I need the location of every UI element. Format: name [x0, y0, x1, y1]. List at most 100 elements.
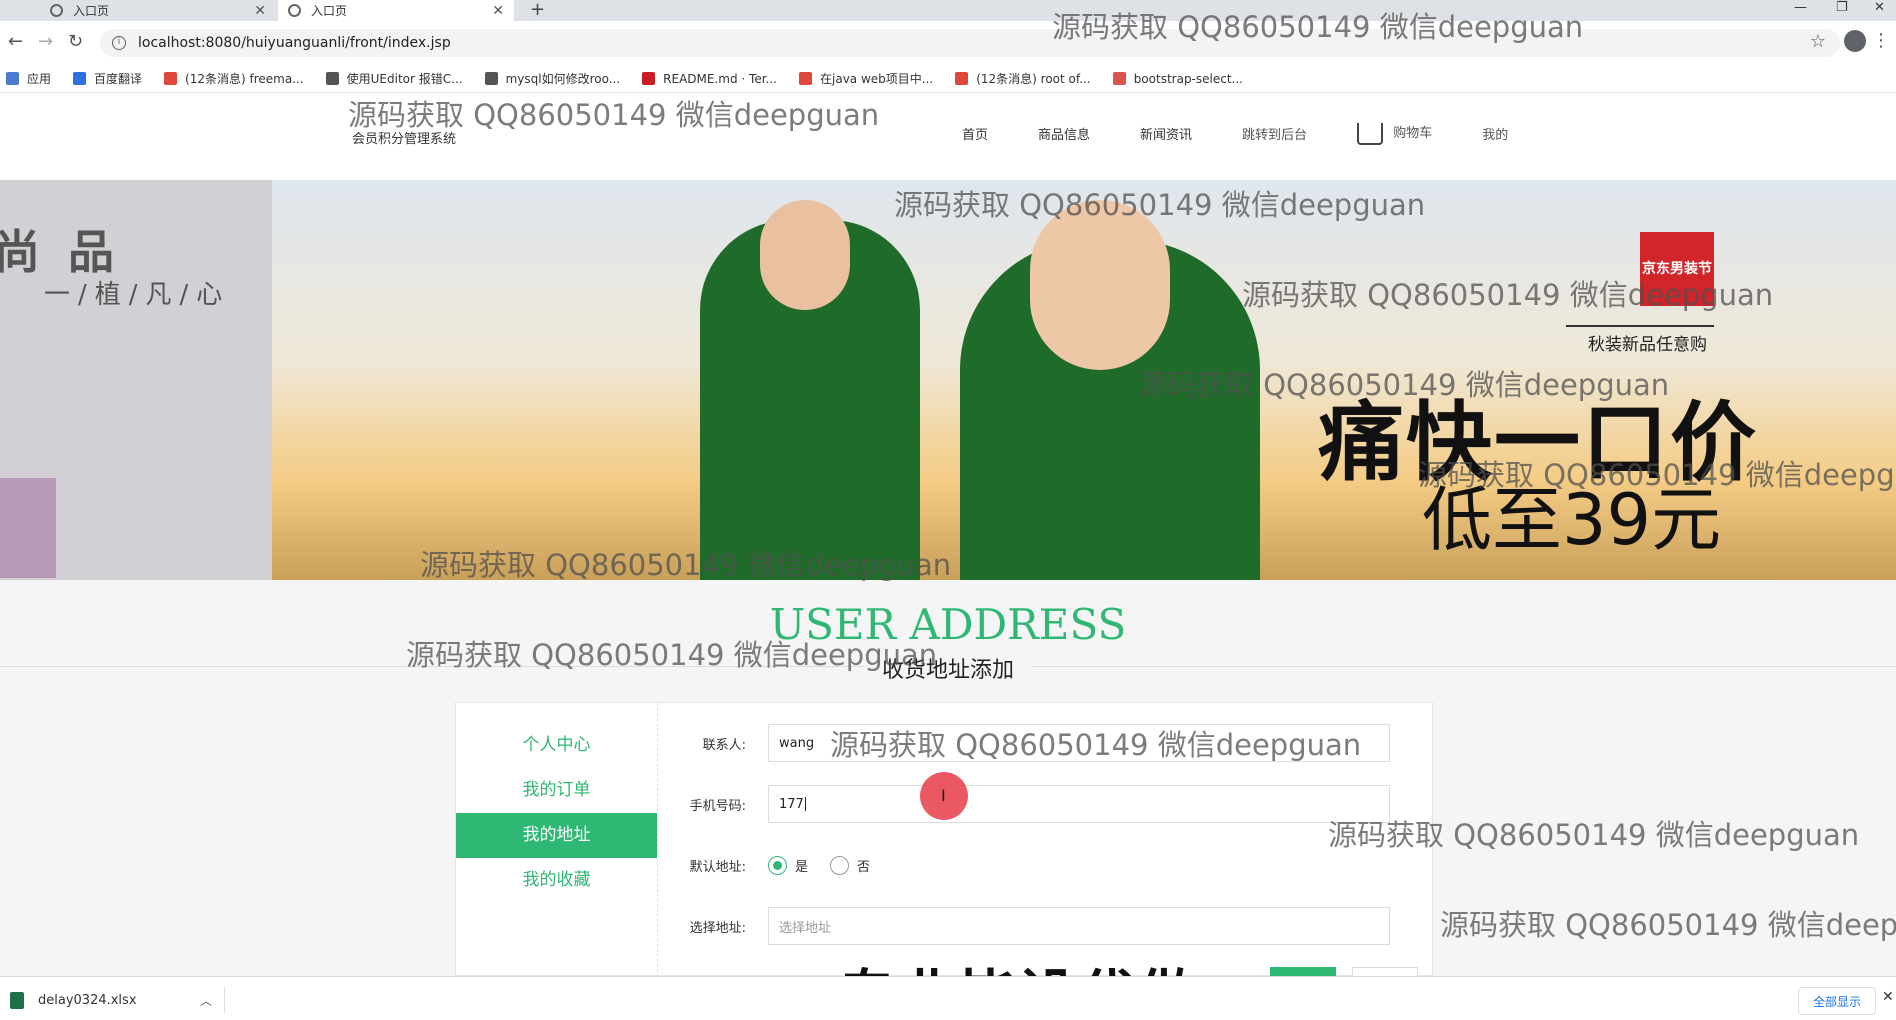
address-label: 选择地址: [689, 920, 746, 936]
watermark: 源码获取 QQ86050149 微信deepguan [348, 98, 880, 132]
site-icon [1112, 72, 1126, 85]
bookmark-label: 应用 [27, 72, 52, 86]
bookmark-item[interactable]: (12条消息) freema... [164, 70, 304, 87]
banner-left-block [0, 478, 56, 578]
watermark: 源码获取 QQ86050149 微信deepguan [1242, 278, 1774, 312]
apps-grid-icon [6, 72, 19, 85]
bookmark-star-icon[interactable]: ☆ [1810, 31, 1826, 52]
default-yes-radio[interactable]: 是 [768, 855, 809, 875]
section-title: USER ADDRESS [769, 600, 1127, 649]
phone-input[interactable]: 177 [768, 785, 1390, 823]
nav-home[interactable]: 首页 [962, 124, 988, 143]
info-icon[interactable]: i [112, 36, 126, 50]
site-header: 会员积分管理系统 首页 商品信息 新闻资讯 跳转到后台 购物车 我的 [0, 94, 1896, 180]
default-row: 默认地址: 是 否 [658, 845, 1434, 885]
side-item-profile[interactable]: 个人中心 [456, 723, 657, 768]
bookmark-item[interactable]: 应用 [6, 70, 51, 87]
globe-icon [50, 4, 63, 17]
side-item-favorites[interactable]: 我的收藏 [456, 858, 657, 903]
section-subtitle-wrap: 收货地址添加 [0, 652, 1896, 684]
nav-news[interactable]: 新闻资讯 [1140, 124, 1192, 143]
bookmark-label: README.md · Ter... [663, 71, 777, 86]
reload-icon[interactable]: ↻ [68, 31, 83, 52]
csdn-icon [164, 72, 178, 85]
watermark: 源码获取 QQ86050149 微信deepguan [894, 188, 1426, 222]
show-all-button[interactable]: 全部显示 [1798, 987, 1876, 1015]
browser-toolbar: ← → ↻ i localhost:8080/huiyuanguanli/fro… [0, 21, 1896, 65]
tab-title: 入口页 [311, 4, 348, 18]
text-cursor-icon: I [941, 786, 946, 805]
account-icon[interactable] [1844, 30, 1866, 52]
bookmarks-bar: 应用 百度翻译 (12条消息) freema... 使用UEditor 报错C... m… [0, 65, 1896, 93]
default-label: 默认地址: [689, 859, 746, 875]
watermark: 源码获取 QQ86050149 微信deepguan [1138, 368, 1670, 402]
close-icon[interactable]: ✕ [1882, 989, 1894, 1005]
watermark: 源码获取 QQ86050149 微信deepguan [420, 548, 952, 582]
excel-file-icon [10, 991, 24, 1009]
bookmark-label: mysql如何修改roo... [505, 72, 621, 86]
minimize-icon[interactable]: — [1794, 0, 1807, 15]
banner-left-title: 尚 品 [0, 225, 121, 279]
bookmark-item[interactable]: README.md · Ter... [642, 72, 777, 86]
side-item-address[interactable]: 我的地址 [456, 813, 657, 858]
user-side-menu: 个人中心 我的订单 我的地址 我的收藏 [456, 703, 658, 977]
watermark: 源码获取 QQ86050149 微信deepguan [1052, 10, 1584, 44]
nav-cart-label: 购物车 [1393, 126, 1433, 141]
bookmark-item[interactable]: bootstrap-select... [1112, 72, 1243, 86]
phone-label: 手机号码: [689, 798, 746, 814]
nav-admin[interactable]: 跳转到后台 [1242, 124, 1307, 143]
baidu-translate-icon [73, 72, 87, 85]
download-item[interactable]: delay0324.xlsx ︿ [10, 987, 225, 1013]
bookmark-item[interactable]: 在java web项目中... [799, 70, 933, 87]
bookmark-item[interactable]: 百度翻译 [73, 70, 142, 87]
model-face-right [1030, 200, 1170, 370]
restore-icon[interactable]: ❐ [1836, 0, 1848, 15]
browser-tab-bar: 入口页 ✕ 入口页 ✕ + — ❐ ✕ [0, 0, 1896, 21]
bookmark-item[interactable]: (12条消息) root of... [955, 70, 1091, 87]
back-icon[interactable]: ← [8, 31, 23, 52]
watermark: 源码获取 QQ86050149 微信deepguan [1328, 818, 1860, 852]
gitee-icon [642, 72, 656, 85]
window-close-icon[interactable]: ✕ [1874, 0, 1885, 15]
bookmark-item[interactable]: mysql如何修改roo... [484, 70, 621, 87]
radio-checked-icon [768, 855, 787, 875]
phone-value: 177 [779, 796, 804, 812]
nav-cart[interactable]: 购物车 [1357, 122, 1432, 145]
bookmark-label: (12条消息) freema... [185, 72, 304, 86]
globe-icon [288, 4, 301, 17]
chevron-up-icon[interactable]: ︿ [200, 992, 212, 1009]
close-icon[interactable]: ✕ [492, 3, 504, 19]
banner-left-slogan: 一/植/凡/心 [44, 280, 231, 310]
browser-tab-active[interactable]: 入口页 ✕ [278, 0, 514, 21]
bookmark-item[interactable]: 使用UEditor 报错C... [325, 70, 463, 87]
default-yes-label: 是 [795, 859, 809, 875]
watermark: 源码获取 QQ86050149 微信deepguan [830, 728, 1362, 762]
default-no-radio[interactable]: 否 [830, 855, 870, 875]
contact-label: 联系人: [702, 737, 746, 753]
nav-products[interactable]: 商品信息 [1038, 124, 1090, 143]
watermark: 源码获取 QQ86050149 微信deepguan [1440, 908, 1896, 942]
tab-title: 入口页 [73, 4, 110, 18]
side-item-orders[interactable]: 我的订单 [456, 768, 657, 813]
close-icon[interactable]: ✕ [254, 3, 266, 19]
bookmark-label: (12条消息) root of... [976, 72, 1091, 86]
cart-icon [1357, 122, 1384, 145]
watermark: 源码获取 QQ86050149 微信deepguan [1418, 458, 1896, 492]
nav-mine[interactable]: 我的 [1482, 124, 1508, 143]
browser-tab[interactable]: 入口页 ✕ [40, 0, 276, 21]
bookmark-label: 在java web项目中... [820, 72, 934, 86]
csdn-icon [799, 72, 812, 85]
kebab-menu-icon[interactable]: ⋮ [1872, 30, 1890, 51]
promo-divider [1566, 325, 1714, 327]
forward-icon[interactable]: → [38, 31, 53, 52]
address-row: 选择地址: 选择地址 [658, 906, 1434, 946]
phone-row: 手机号码: 177 [658, 784, 1434, 824]
bird-icon [484, 72, 498, 85]
banner-left-panel: 尚 品 一/植/凡/心 [0, 180, 272, 580]
text-caret [804, 797, 806, 811]
bird-icon [325, 72, 339, 85]
bookmark-label: 使用UEditor 报错C... [346, 72, 463, 86]
new-tab-icon[interactable]: + [530, 0, 545, 20]
bookmark-label: 百度翻译 [94, 72, 143, 86]
address-select-input[interactable]: 选择地址 [768, 907, 1390, 945]
